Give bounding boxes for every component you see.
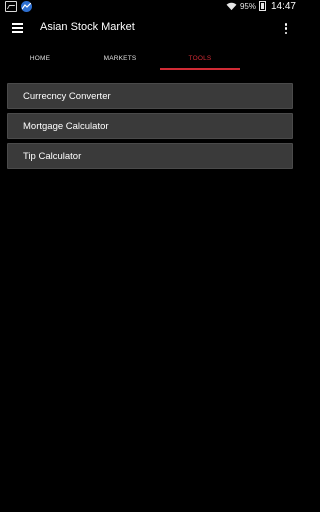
battery-icon [258,1,266,11]
menu-icon[interactable] [12,23,23,33]
app-title: Asian Stock Market [40,21,135,33]
image-notification-icon [5,1,17,12]
stock-app-icon [21,1,32,12]
overflow-menu-icon[interactable] [284,23,288,34]
wifi-icon [226,2,237,10]
tab-home[interactable]: HOME [0,46,80,70]
currency-converter-item[interactable]: Currecncy Converter [7,83,293,109]
tip-calculator-item[interactable]: Tip Calculator [7,143,293,169]
app-bar: Asian Stock Market [0,12,300,46]
tab-tools[interactable]: TOOLS [160,46,240,70]
clock: 14:47 [270,0,296,12]
tools-list: Currecncy Converter Mortgage Calculator … [7,83,293,173]
mortgage-calculator-item[interactable]: Mortgage Calculator [7,113,293,139]
tab-bar: HOME MARKETS TOOLS [0,46,300,70]
tab-markets[interactable]: MARKETS [80,46,160,70]
battery-percent: 95% [239,1,256,11]
status-bar: 95% 14:47 [0,0,300,12]
